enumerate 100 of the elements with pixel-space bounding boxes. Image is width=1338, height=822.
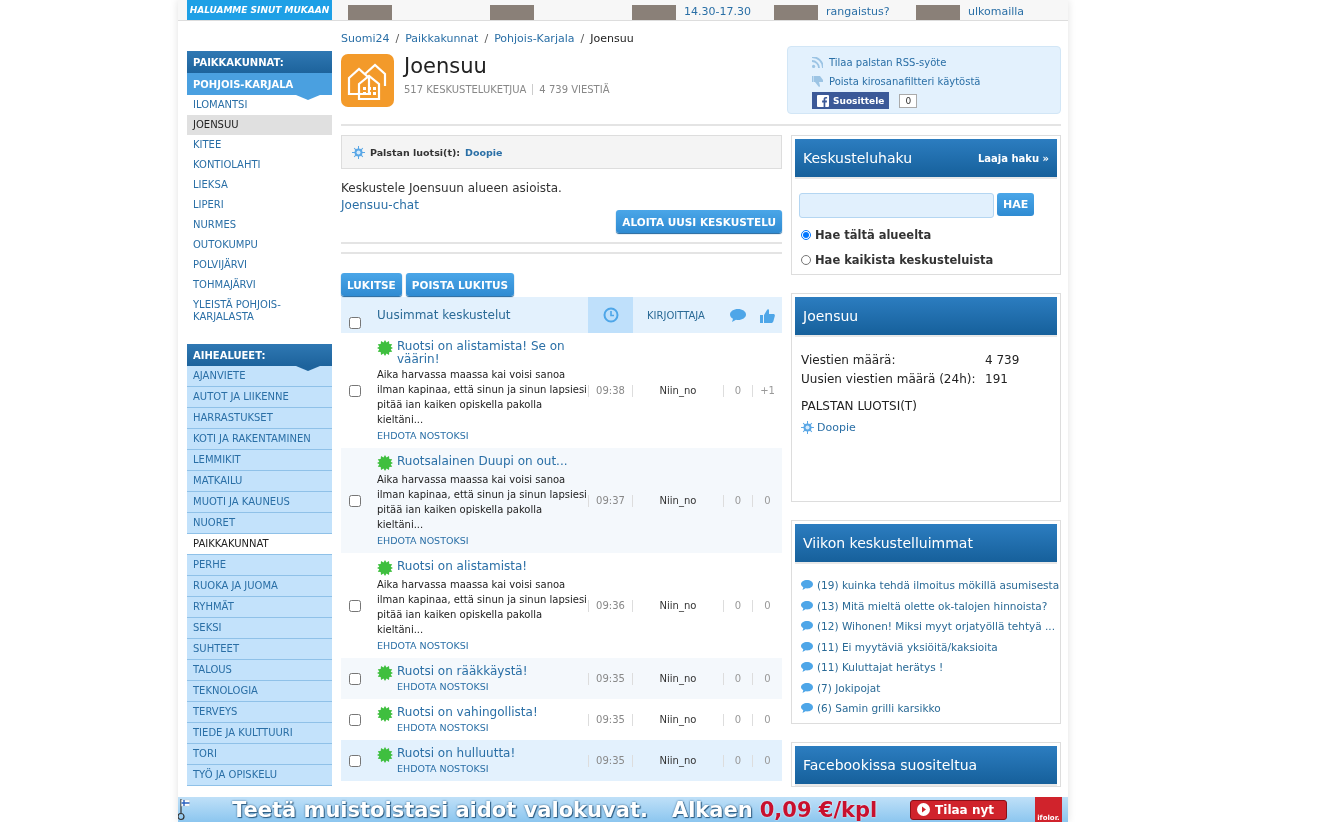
thread-row[interactable]: Ruotsi on hulluutta! EHDOTA NOSTOKSI 09:35 Niin_no 0 0 — [341, 740, 782, 781]
thumbs-down-icon — [812, 76, 823, 87]
sidebar-item[interactable]: KITEE — [187, 135, 332, 155]
toolbar-button[interactable]: LUKITSE — [341, 273, 402, 296]
sidebar-item[interactable]: OUTOKUMPU — [187, 235, 332, 255]
thread-author[interactable]: Niin_no — [633, 713, 723, 726]
popular-thread-link[interactable]: (11) Kuluttajat herätys ! — [817, 661, 944, 674]
thread-title[interactable]: Ruotsalainen Duupi on out... — [397, 455, 568, 468]
scope-radio[interactable] — [801, 255, 811, 265]
thread-author[interactable]: Niin_no — [633, 384, 723, 397]
row-checkbox[interactable] — [349, 713, 361, 726]
row-checkbox[interactable] — [349, 599, 361, 612]
popular-thread-link[interactable]: (7) Jokipojat — [817, 681, 881, 694]
order-button[interactable]: Tilaa nyt — [910, 799, 1007, 820]
stat-label: Viestien määrä: — [801, 352, 897, 369]
thread-title[interactable]: Ruotsi on rääkkäystä! — [397, 665, 528, 678]
thread-title[interactable]: Ruotsi on alistamista! Se on väärin! — [397, 340, 588, 366]
thread-row[interactable]: Ruotsi on alistamista! Se on väärin! Aika harvassa maassa kai voisi sanoa ilman kapinaa, että sinun ja sinun lapsiesi pitää ian kaiken opiskella pakolla kieltäni... EHDOTA NOSTOKSI 09:38 Niin_no 0 +1 — [341, 333, 782, 448]
sidebar-item[interactable]: MATKAILU — [187, 471, 332, 492]
row-checkbox[interactable] — [349, 494, 361, 507]
popular-thread-link[interactable]: (13) Mitä mieltä olette ok-talojen hinnoista? — [817, 599, 1048, 612]
thread-title[interactable]: Ruotsi on alistamista! — [397, 560, 528, 573]
sidebar-item[interactable]: TERVEYS — [187, 702, 332, 723]
thread-author[interactable]: Niin_no — [633, 754, 723, 767]
sidebar-item[interactable]: SUHTEET — [187, 639, 332, 660]
sidebar-item[interactable]: HARRASTUKSET — [187, 408, 332, 429]
breadcrumb-link[interactable]: Paikkakunnat — [405, 31, 479, 45]
sidebar-item[interactable]: KOTI JA RAKENTAMINEN — [187, 429, 332, 450]
sidebar-item[interactable]: NUORET — [187, 513, 332, 534]
region-heading[interactable]: POHJOIS-KARJALA — [187, 73, 332, 95]
rss-link[interactable]: Tilaa palstan RSS-syöte — [829, 57, 947, 68]
sidebar-item[interactable]: POLVIJÄRVI — [187, 255, 332, 275]
breadcrumb-link[interactable]: Pohjois-Karjala — [494, 31, 575, 45]
row-checkbox[interactable] — [349, 754, 361, 767]
row-checkbox[interactable] — [349, 384, 361, 397]
scope-radio[interactable] — [801, 230, 811, 240]
teaser-link[interactable]: 14.30-17.30 — [684, 6, 751, 20]
advanced-search-link[interactable]: Laaja haku » — [977, 152, 1049, 164]
toolbar-button[interactable]: POISTA LUKITUS — [405, 273, 515, 296]
search-button[interactable]: HAE — [997, 193, 1035, 216]
sidebar-item[interactable]: LIPERI — [187, 195, 332, 215]
thread-row[interactable]: Ruotsalainen Duupi on out... Aika harvassa maassa kai voisi sanoa ilman kapinaa, että sinun ja sinun lapsiesi pitää ian kaiken opiskella pakolla kieltäni... EHDOTA NOSTOKSI 09:37 Niin_no 0 0 — [341, 448, 782, 553]
reply-count: 0 — [723, 494, 752, 507]
sidebar-item[interactable]: LIEKSA — [187, 175, 332, 195]
breadcrumb-link[interactable]: Suomi24 — [341, 31, 390, 45]
sidebar-item[interactable]: TEKNOLOGIA — [187, 681, 332, 702]
teaser-link[interactable]: rangaistus? — [826, 6, 890, 20]
sidebar-item[interactable]: TOHMAJÄRVI — [187, 275, 332, 295]
sidebar-item[interactable]: NURMES — [187, 215, 332, 235]
thread-row[interactable]: Ruotsi on rääkkäystä! EHDOTA NOSTOKSI 09:35 Niin_no 0 0 — [341, 658, 782, 699]
sidebar-item[interactable]: AJANVIETE — [187, 366, 332, 387]
popular-thread-link[interactable]: (19) kuinka tehdä ilmoitus mökillä asumisesta — [817, 579, 1060, 592]
suggest-link[interactable]: EHDOTA NOSTOKSI — [377, 535, 588, 546]
popular-thread-link[interactable]: (11) Ei myytäviä yksiöitä/kaksioita — [817, 640, 998, 653]
suggest-link[interactable]: EHDOTA NOSTOKSI — [397, 763, 588, 774]
recommend-button[interactable]: Suosittele — [812, 92, 890, 109]
forum-description: Keskustele Joensuun alueen asioista. — [341, 181, 563, 195]
sidebar-item[interactable]: RYHMÄT — [187, 597, 332, 618]
sidebar-item[interactable]: MUOTI JA KAUNEUS — [187, 492, 332, 513]
thread-row[interactable]: Ruotsi on alistamista! Aika harvassa maassa kai voisi sanoa ilman kapinaa, että sinun ja sinun lapsiesi pitää ian kaiken opiskella pakolla kieltäni... EHDOTA NOSTOKSI 09:36 Niin_no 0 0 — [341, 553, 782, 658]
teaser-link[interactable]: ulkomailla — [968, 6, 1025, 20]
column-title: Uusimmat keskustelut — [377, 308, 512, 322]
sidebar-item[interactable]: KONTIOLAHTI — [187, 155, 332, 175]
reply-count: 0 — [723, 713, 752, 726]
thread-author[interactable]: Niin_no — [633, 672, 723, 685]
banner-ad[interactable]: HALUAMME SINUT MUKAAN — [187, 0, 332, 20]
chat-link[interactable]: Joensuu-chat — [341, 198, 782, 212]
suggest-link[interactable]: EHDOTA NOSTOKSI — [377, 640, 588, 651]
row-checkbox[interactable] — [349, 672, 361, 685]
sidebar-item[interactable]: TYÖ JA OPISKELU — [187, 765, 332, 786]
sidebar-item[interactable]: RUOKA JA JUOMA — [187, 576, 332, 597]
thread-row[interactable]: Ruotsi on vahingollista! EHDOTA NOSTOKSI 09:35 Niin_no 0 0 — [341, 699, 782, 740]
sidebar-item[interactable]: SEKSI — [187, 618, 332, 639]
popular-thread-link[interactable]: (12) Wihonen! Miksi myyt orjatyöllä tehtyä ... — [817, 620, 1056, 633]
select-all-checkbox[interactable] — [349, 317, 361, 329]
sidebar-item[interactable]: JOENSUU — [187, 115, 332, 135]
thread-author[interactable]: Niin_no — [633, 494, 723, 507]
suggest-link[interactable]: EHDOTA NOSTOKSI — [397, 722, 588, 733]
popular-thread-link[interactable]: (6) Samin grilli karsikko — [817, 702, 941, 715]
sidebar-item[interactable]: AUTOT JA LIIKENNE — [187, 387, 332, 408]
sidebar-item[interactable]: TIEDE JA KULTTUURI — [187, 723, 332, 744]
sidebar-item[interactable]: PERHE — [187, 555, 332, 576]
panel-title: Facebookissa suositeltua — [803, 756, 978, 773]
sidebar-item[interactable]: TORI — [187, 744, 332, 765]
sidebar-item[interactable]: TALOUS — [187, 660, 332, 681]
sidebar-item[interactable]: YLEISTÄ POHJOIS-KARJALASTA — [187, 295, 332, 327]
moderator-link[interactable]: Doopie — [465, 146, 503, 158]
thread-title[interactable]: Ruotsi on vahingollista! — [397, 706, 538, 719]
speech-bubble-icon — [801, 641, 813, 652]
suggest-link[interactable]: EHDOTA NOSTOKSI — [397, 681, 588, 692]
sidebar-item[interactable]: LEMMIKIT — [187, 450, 332, 471]
sidebar-item[interactable]: ILOMANTSI — [187, 95, 332, 115]
moderator-link[interactable]: Doopie — [817, 421, 856, 434]
thread-title[interactable]: Ruotsi on hulluutta! — [397, 747, 516, 760]
filter-link[interactable]: Poista kirosanafiltteri käytöstä — [829, 76, 981, 87]
moderator-label: Palstan luotsi(t): — [370, 146, 461, 158]
search-field[interactable] — [799, 193, 994, 218]
suggest-link[interactable]: EHDOTA NOSTOKSI — [377, 430, 588, 441]
thread-author[interactable]: Niin_no — [633, 599, 723, 612]
new-thread-button[interactable]: ALOITA UUSI KESKUSTELU — [616, 210, 782, 233]
